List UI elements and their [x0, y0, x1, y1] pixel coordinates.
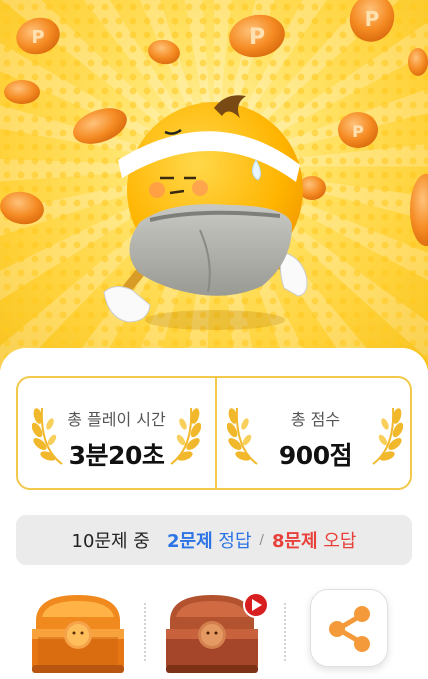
laurel-right-icon [170, 407, 201, 465]
reward-actions [0, 585, 428, 679]
coin-icon [148, 39, 180, 65]
correct-count: 2문제 [167, 531, 213, 552]
total-questions-text: 10문제 중 [71, 531, 150, 552]
treasure-chest-icon[interactable] [28, 589, 128, 677]
video-play-badge-icon [243, 592, 269, 618]
coin-icon [4, 80, 40, 104]
coin-icon: P [349, 0, 395, 42]
coin-icon [0, 191, 44, 225]
share-icon [329, 606, 370, 652]
treasure-chest-video-icon[interactable] [162, 589, 270, 677]
hero-illustration: P P P P [0, 0, 428, 370]
action-separator [284, 603, 286, 661]
coin-icon [410, 174, 428, 246]
shoe-icon [103, 286, 151, 323]
coin-icon [73, 108, 127, 144]
answer-summary-bar: 10문제 중 2문제 정답 / 8문제 오답 [16, 515, 412, 565]
coin-icon: P [16, 17, 60, 55]
svg-text:P: P [249, 25, 265, 50]
wrong-count: 8문제 [271, 531, 318, 552]
mascot-illustration: P P P P [0, 0, 428, 330]
coin-icon [408, 48, 428, 76]
correct-label: 정답 [218, 531, 252, 552]
svg-text:P: P [365, 7, 380, 31]
wrong-label: 오답 [323, 531, 357, 552]
laurel-right-icon [372, 407, 403, 465]
score-cell: 총 점수 900점 [217, 378, 414, 488]
summary-separator: / [259, 532, 264, 548]
score-summary-box: 총 플레이 시간 3분20초 총 점수 900점 [16, 376, 412, 490]
play-time-cell: 총 플레이 시간 3분20초 [18, 378, 215, 488]
coin-icon: P [338, 112, 378, 148]
share-button[interactable] [310, 589, 388, 667]
coin-icon: P [229, 14, 285, 58]
action-separator [144, 603, 146, 661]
svg-text:P: P [31, 27, 44, 48]
svg-text:P: P [352, 122, 364, 141]
